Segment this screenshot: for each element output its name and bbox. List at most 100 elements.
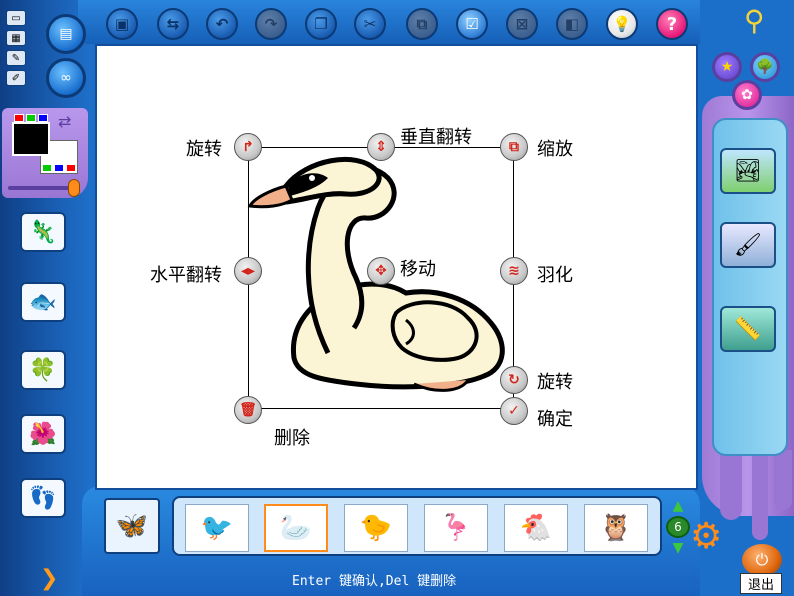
swatch-green-2[interactable] [42, 164, 52, 172]
stamp-thumb-ostrich[interactable]: 🦩 [424, 504, 488, 552]
rotate-label-top: 旋转 [186, 139, 222, 160]
swatch-red-2[interactable] [66, 164, 76, 172]
glasses-icon: ∞ [60, 70, 72, 86]
swatch-blue-2[interactable] [54, 164, 64, 172]
page-up-arrow-icon[interactable]: ▲ [668, 498, 688, 514]
rotate-icon: ↱ [242, 139, 254, 155]
flower-icon: ✿ [741, 87, 753, 103]
select-button[interactable]: ☑ [456, 8, 488, 40]
move-label: 移动 [400, 259, 436, 280]
mini-button-3[interactable]: ✎ [6, 50, 26, 66]
copy-button[interactable]: ❐ [305, 8, 337, 40]
glasses-mode-button[interactable]: ∞ [46, 58, 86, 98]
feather-icon: ≋ [508, 263, 520, 279]
ruler-tool-icon: 📏 [734, 316, 762, 342]
paint-drip [720, 450, 742, 520]
delete-handle[interactable]: 🗑 [234, 396, 262, 424]
ruler-tool[interactable]: 📏 [720, 306, 776, 352]
star-button[interactable]: ★ [712, 52, 742, 82]
swatch-blue[interactable] [38, 114, 48, 122]
rotate-handle-top[interactable]: ↱ [234, 133, 262, 161]
side-stamp-flower[interactable]: 🌺 [20, 414, 66, 454]
trash-icon: 🗑 [239, 402, 257, 418]
stamp-thumb-redbird[interactable]: 🐤 [344, 504, 408, 552]
stamp-thumb-owl[interactable]: 🦉 [584, 504, 648, 552]
paste-button[interactable]: ⧉ [406, 8, 438, 40]
landscape-tool[interactable]: 🏞 [720, 148, 776, 194]
page-number-badge: 6 [666, 516, 690, 538]
flip-vertical-label: 垂直翻转 [400, 127, 472, 148]
tree-button[interactable]: 🌳 [750, 52, 780, 82]
next-page-arrow-icon[interactable]: ❯ [40, 566, 58, 591]
cut-icon: ✂ [363, 15, 377, 33]
power-icon: ⏻ [755, 550, 769, 569]
open-file-button[interactable]: ⇆ [157, 8, 189, 40]
paint-drip [752, 450, 768, 540]
stamp-category-button[interactable]: 🦋 [104, 498, 160, 554]
gear-icon: ⚙ [690, 516, 723, 557]
redo-button[interactable]: ↷ [255, 8, 287, 40]
confirm-handle[interactable]: ✓ [500, 397, 528, 425]
landscape-tool-icon: 🏞 [734, 158, 762, 184]
layers-button[interactable]: ◧ [556, 8, 588, 40]
brush-tool[interactable]: 🖌 [720, 222, 776, 268]
side-stamp-lizard[interactable]: 🦎 [20, 212, 66, 252]
undo-icon: ↶ [215, 15, 229, 33]
side-stamp-leaf[interactable]: 🍀 [20, 350, 66, 390]
hen-icon: 🐔 [519, 513, 553, 543]
move-icon: ✥ [375, 263, 387, 279]
flip-vertical-handle[interactable]: ⇕ [367, 133, 395, 161]
new-icon: ▣ [114, 15, 130, 33]
page-down-arrow-icon[interactable]: ▼ [668, 540, 688, 556]
stamp-thumb-swan[interactable]: 🦢 [264, 504, 328, 552]
foreground-color-swatch[interactable] [12, 122, 50, 156]
move-handle[interactable]: ✥ [367, 257, 395, 285]
mini-icon-4: ✐ [11, 72, 21, 84]
redo-icon: ↷ [264, 15, 278, 33]
stamp-mode-button[interactable]: ▤ [46, 14, 86, 54]
swatch-red[interactable] [14, 114, 24, 122]
wrench-icon: ⚲ [744, 4, 765, 37]
side-stamp-footprint[interactable]: 👣 [20, 478, 66, 518]
new-file-button[interactable]: ▣ [106, 8, 138, 40]
owl-icon: 🦉 [599, 513, 633, 543]
fish-stamp-icon: 🐟 [29, 289, 57, 315]
cut-button[interactable]: ✂ [354, 8, 386, 40]
copy-icon: ❐ [314, 15, 328, 33]
rotate-label-bottom: 旋转 [537, 372, 573, 393]
bulb-icon: 💡 [612, 15, 632, 33]
mini-button-2[interactable]: ▦ [6, 30, 26, 46]
swatch-green[interactable] [26, 114, 36, 122]
lizard-stamp-icon: 🦎 [29, 219, 57, 245]
undo-button[interactable]: ↶ [206, 8, 238, 40]
flip-horizontal-handle[interactable]: ◂▸ [234, 257, 262, 285]
stamp-thumb-hen[interactable]: 🐔 [504, 504, 568, 552]
power-button[interactable]: ⏻ [742, 544, 782, 576]
swap-colors-icon[interactable]: ⇄ [58, 112, 71, 131]
footprint-stamp-icon: 👣 [29, 485, 57, 511]
leaf-stamp-icon: 🍀 [29, 357, 57, 383]
layers-icon: ◧ [564, 15, 580, 33]
brush-size-slider[interactable] [68, 179, 80, 197]
flower-stamp-icon: 🌺 [29, 421, 57, 447]
flip-horizontal-icon: ◂▸ [240, 263, 256, 279]
feather-handle[interactable]: ≋ [500, 257, 528, 285]
close-box-icon: ⊠ [515, 15, 529, 33]
mini-button-1[interactable]: ▭ [6, 10, 26, 26]
feather-label: 羽化 [537, 265, 573, 286]
help-button[interactable]: ? [656, 8, 688, 40]
scale-label: 缩放 [537, 139, 573, 160]
clear-button[interactable]: ⊠ [506, 8, 538, 40]
flower-button[interactable]: ✿ [732, 80, 762, 110]
open-icon: ⇆ [166, 15, 180, 33]
rotate-handle-bottom[interactable]: ↻ [500, 366, 528, 394]
mini-icon-1: ▭ [11, 12, 21, 24]
side-stamp-fish[interactable]: 🐟 [20, 282, 66, 322]
tree-icon: 🌳 [756, 59, 774, 75]
hint-button[interactable]: 💡 [606, 8, 638, 40]
stamp-thumb-swallow[interactable]: 🐦 [185, 504, 249, 552]
scale-handle[interactable]: ⧉ [500, 133, 528, 161]
exit-button[interactable]: 退出 [740, 573, 782, 594]
mini-button-4[interactable]: ✐ [6, 70, 26, 86]
star-icon: ★ [720, 59, 734, 75]
